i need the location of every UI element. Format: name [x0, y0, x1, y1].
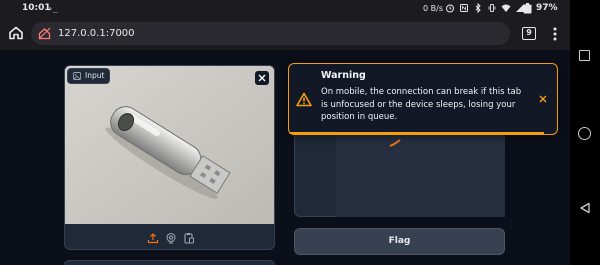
- terminal-icon: ›_: [48, 4, 58, 13]
- image-icon: [73, 72, 81, 80]
- input-label: Input: [85, 71, 105, 80]
- alarm-icon: [446, 4, 454, 13]
- clear-image-button[interactable]: [255, 71, 269, 85]
- not-secure-icon[interactable]: [38, 27, 51, 40]
- home-button[interactable]: [578, 127, 591, 140]
- upload-icon[interactable]: [147, 232, 159, 244]
- close-icon: [258, 74, 266, 82]
- input-image: [65, 66, 274, 224]
- warning-toast: Warning On mobile, the connection can br…: [288, 63, 558, 135]
- recents-button[interactable]: [579, 50, 590, 61]
- image-input[interactable]: Input: [64, 65, 275, 250]
- battery-icon: [523, 3, 532, 14]
- status-bar: 10:01 ›_ 0 B/s 97%: [0, 0, 570, 17]
- toast-title: Warning: [321, 70, 366, 81]
- system-navigation-bar: [570, 0, 600, 265]
- screen: 10:01 ›_ 0 B/s 97% 127.0.0.1:7000 9 Inpu…: [0, 0, 600, 265]
- tab-switcher-button[interactable]: 9: [522, 27, 536, 40]
- toast-message: On mobile, the connection can break if t…: [321, 87, 522, 122]
- home-icon[interactable]: [8, 25, 24, 41]
- vibrate-icon: [488, 4, 496, 12]
- more-menu-icon[interactable]: [552, 26, 558, 42]
- lower-panel: [64, 260, 275, 265]
- bluetooth-icon: [475, 3, 481, 13]
- webcam-icon[interactable]: [165, 232, 177, 244]
- status-time: 10:01: [22, 3, 51, 13]
- wifi-icon: [501, 4, 511, 12]
- loading-icon: [389, 139, 401, 147]
- battery-percent: 97%: [536, 3, 558, 13]
- browser-toolbar: 127.0.0.1:7000 9: [0, 17, 570, 50]
- input-label-badge: Input: [67, 68, 111, 84]
- flag-button[interactable]: Flag: [294, 228, 505, 255]
- toast-progress-bar: [289, 132, 544, 134]
- output-placeholder: [336, 131, 505, 217]
- clipboard-icon[interactable]: [183, 232, 195, 244]
- nfc-icon: [460, 4, 468, 12]
- close-icon[interactable]: [539, 95, 547, 103]
- data-rate: 0 B/s: [423, 4, 443, 13]
- back-button[interactable]: [579, 202, 591, 214]
- usb-drive-photo: [65, 66, 274, 224]
- url-text[interactable]: 127.0.0.1:7000: [58, 22, 135, 45]
- image-source-bar: [65, 224, 274, 249]
- address-bar[interactable]: 127.0.0.1:7000: [31, 22, 510, 45]
- warning-icon: [296, 92, 312, 107]
- status-icons: [445, 3, 525, 13]
